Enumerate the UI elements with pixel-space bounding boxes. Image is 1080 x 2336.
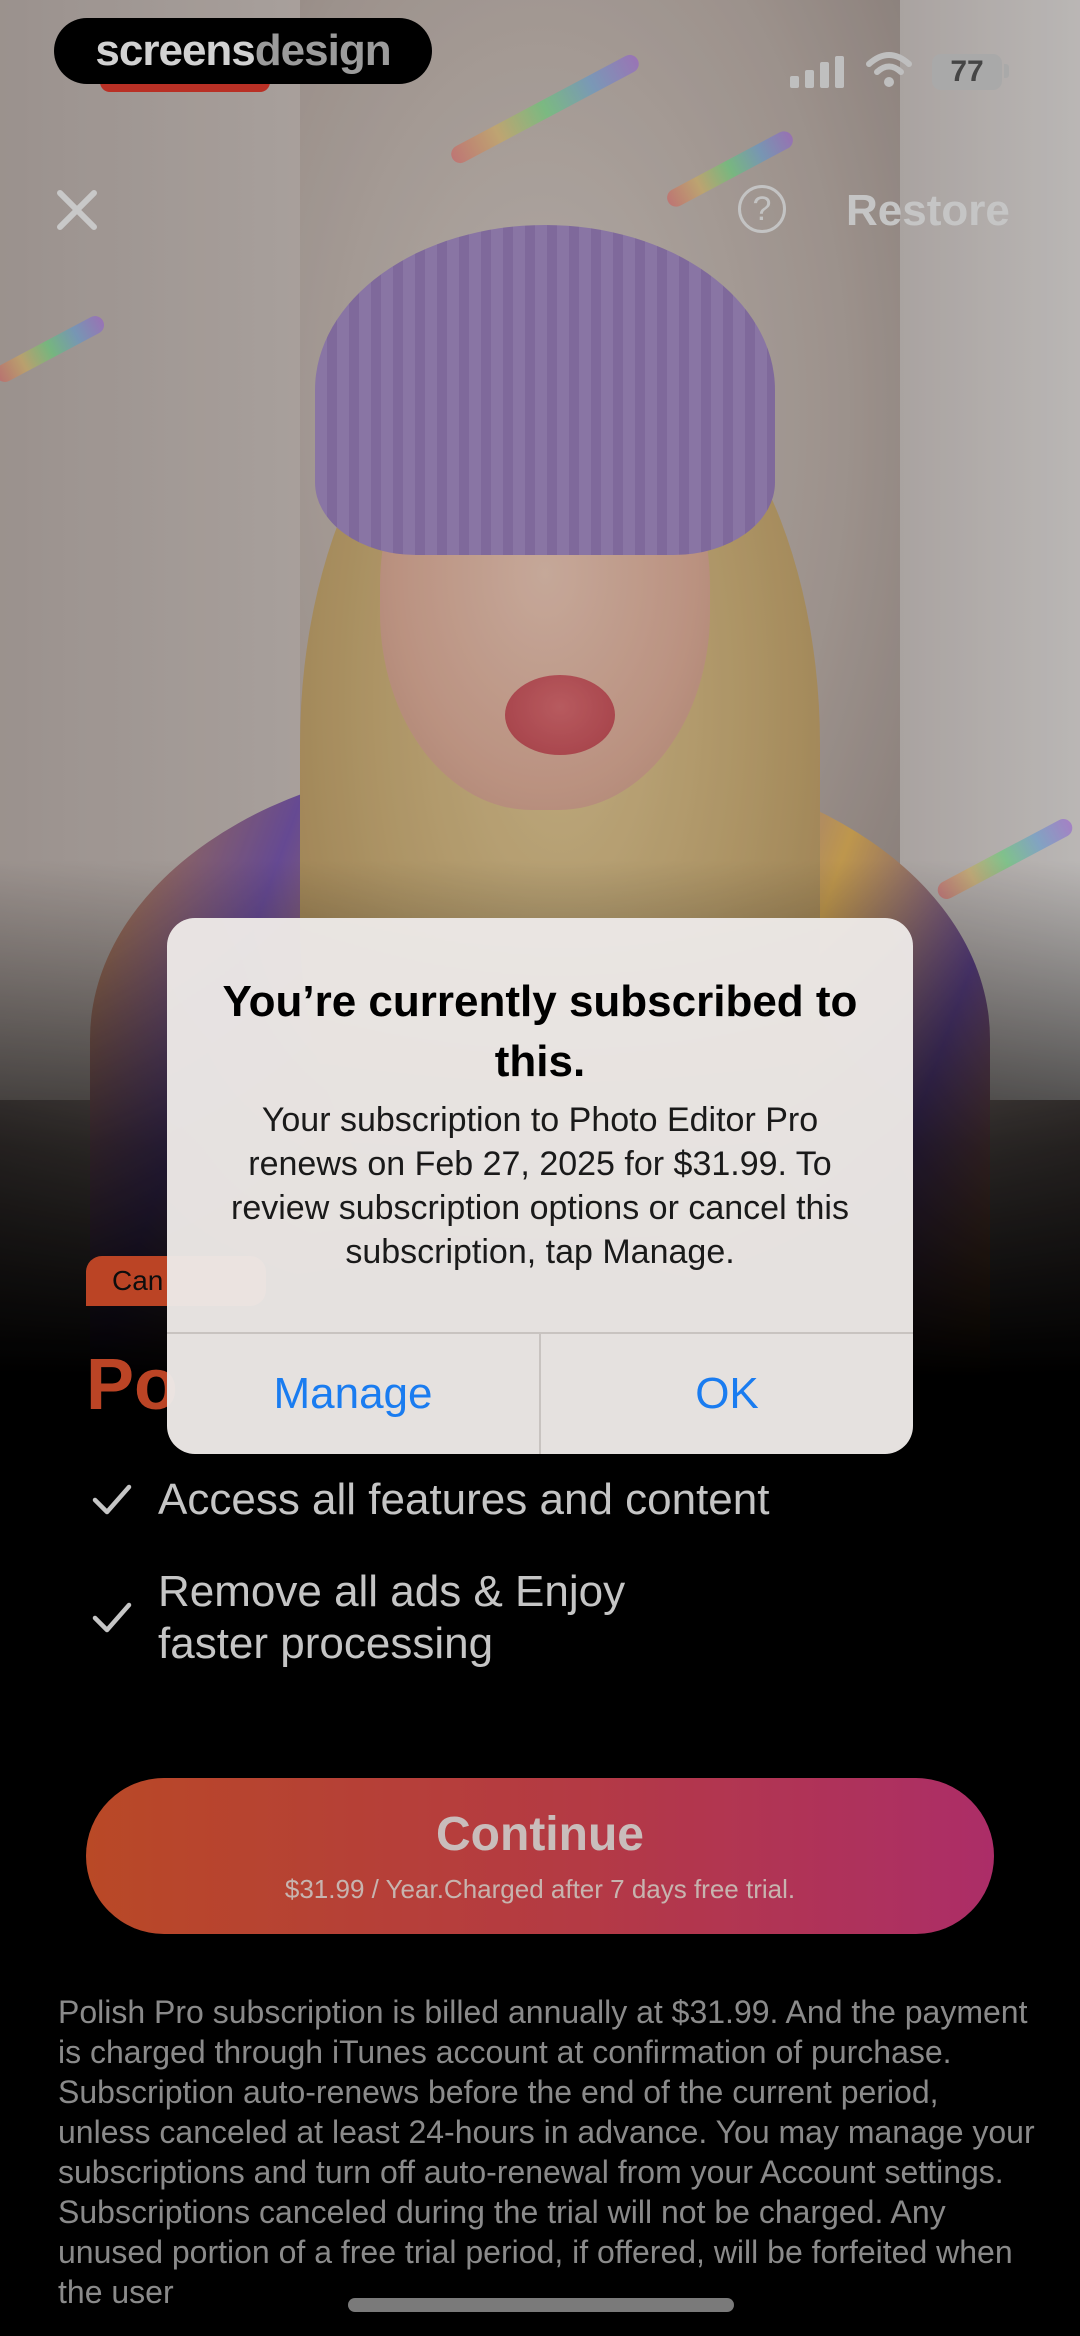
home-indicator[interactable] (348, 2298, 734, 2312)
ok-button[interactable]: OK (541, 1334, 913, 1454)
alert-title: You’re currently subscribed to this. (222, 977, 858, 1086)
manage-button[interactable]: Manage (167, 1334, 539, 1454)
subscription-alert: You’re currently subscribed to this. You… (167, 918, 913, 1454)
alert-message: Your subscription to Photo Editor Pro re… (231, 1101, 849, 1271)
